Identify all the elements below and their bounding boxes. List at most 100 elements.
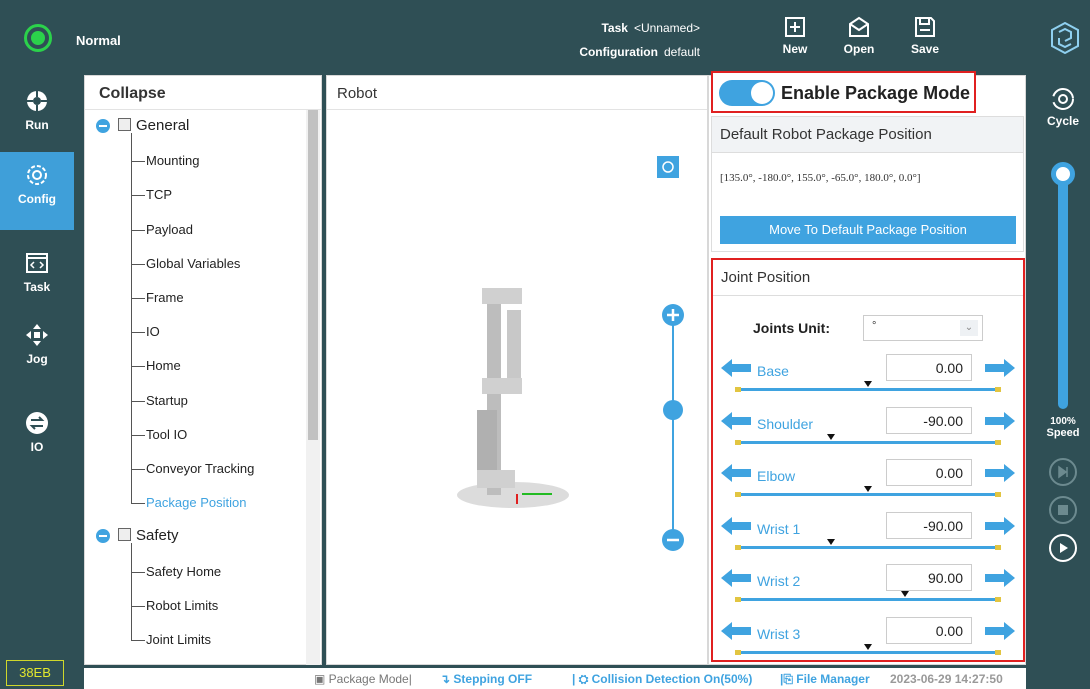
tree-connector xyxy=(131,640,145,641)
tree-connector xyxy=(131,366,145,368)
joint-slider-track[interactable] xyxy=(735,486,1001,497)
joint-name: Elbow xyxy=(757,468,796,484)
joint-increase-arrow-icon[interactable] xyxy=(985,411,1015,431)
joint-decrease-arrow-icon[interactable] xyxy=(721,411,751,431)
robot-3d-view[interactable] xyxy=(327,110,709,666)
tree-connector xyxy=(131,298,145,299)
file-manager-link[interactable]: |⎘ File Manager xyxy=(780,672,870,687)
jog-arrows-icon xyxy=(26,324,48,346)
save-button[interactable]: Save xyxy=(900,10,950,70)
joint-slider-track[interactable] xyxy=(735,591,1001,602)
joint-slider-thumb[interactable] xyxy=(864,643,872,650)
joint-decrease-arrow-icon[interactable] xyxy=(721,358,751,378)
joint-row-wrist-3: Wrist 3 0.00 xyxy=(713,615,1023,667)
default-position-box: Default Robot Package Position [135.0°, … xyxy=(711,116,1024,252)
tree-item-robot-limits[interactable]: Robot Limits xyxy=(146,598,218,613)
joint-slider-track[interactable] xyxy=(735,643,1001,655)
new-button-label: New xyxy=(782,42,808,56)
tree-item-conveyor-tracking[interactable]: Conveyor Tracking xyxy=(146,461,254,476)
tree-item-home[interactable]: Home xyxy=(146,358,181,373)
shield-icon xyxy=(118,528,131,542)
tree-item-startup[interactable]: Startup xyxy=(146,393,188,408)
joint-slider-thumb[interactable] xyxy=(826,433,835,440)
stepping-status: ↴ Stepping OFF xyxy=(440,672,533,686)
status-indicator-icon xyxy=(24,24,52,52)
robot-wrist xyxy=(482,288,522,304)
tree-item-tool-io[interactable]: Tool IO xyxy=(146,427,187,442)
nav-run[interactable]: Run xyxy=(0,78,74,148)
joint-increase-arrow-icon[interactable] xyxy=(985,516,1015,536)
tree-item-io[interactable]: IO xyxy=(146,324,160,339)
joint-value-input[interactable]: 90.00 xyxy=(886,564,972,591)
joint-limit-marker xyxy=(995,649,1001,655)
collision-status: | ⛭ Collision Detection On(50%) xyxy=(572,672,753,686)
joint-slider-thumb[interactable] xyxy=(864,381,872,387)
collapse-group-icon[interactable] xyxy=(96,119,110,133)
nav-jog[interactable]: Jog xyxy=(0,312,74,382)
reset-view-button[interactable] xyxy=(657,156,679,178)
joint-row-wrist-1: Wrist 1 -90.00 xyxy=(713,510,1023,562)
joint-value-input[interactable]: -90.00 xyxy=(886,511,972,539)
joint-row-wrist-2: Wrist 2 90.00 xyxy=(713,562,1023,614)
joint-slider-track[interactable] xyxy=(735,433,1001,445)
stop-icon xyxy=(1058,505,1068,515)
tree-item-joint-limits[interactable]: Joint Limits xyxy=(146,632,211,647)
tree-item-payload[interactable]: Payload xyxy=(146,222,193,237)
tree-connector xyxy=(131,503,145,505)
joint-limit-marker xyxy=(735,649,741,655)
joint-value-input[interactable]: -90.00 xyxy=(886,406,972,434)
zoom-slider-knob[interactable] xyxy=(663,400,683,420)
joint-slider-track[interactable] xyxy=(735,538,1001,550)
joint-increase-arrow-icon[interactable] xyxy=(985,621,1015,641)
joint-increase-arrow-icon[interactable] xyxy=(985,358,1015,378)
cycle-button[interactable]: Cycle xyxy=(1036,86,1090,128)
right-nav: Cycle 100% Speed xyxy=(1036,74,1090,689)
nav-run-label: Run xyxy=(25,118,49,132)
joint-value-input[interactable]: 0.00 xyxy=(886,354,972,381)
tree-item-tcp[interactable]: TCP xyxy=(146,187,172,202)
robot-elbow xyxy=(482,378,522,394)
play-button[interactable] xyxy=(1049,534,1077,562)
tree-item-frame[interactable]: Frame xyxy=(146,290,184,305)
tree-item-mounting[interactable]: Mounting xyxy=(146,153,199,168)
joint-decrease-arrow-icon[interactable] xyxy=(721,516,751,536)
joint-decrease-arrow-icon[interactable] xyxy=(721,463,751,483)
tree-scrollbar-thumb[interactable] xyxy=(308,110,318,440)
tree-item-global-variables[interactable]: Global Variables xyxy=(146,256,240,271)
new-button[interactable]: New xyxy=(770,10,820,70)
nav-config[interactable]: Config xyxy=(0,152,74,230)
speed-slider-knob[interactable] xyxy=(1051,162,1075,186)
nav-jog-label: Jog xyxy=(26,352,48,366)
tree-group-general[interactable]: General xyxy=(118,117,189,134)
tree-vertical-line xyxy=(131,133,132,504)
nav-io[interactable]: IO xyxy=(0,400,74,470)
speed-slider-track[interactable] xyxy=(1058,169,1068,409)
step-button[interactable] xyxy=(1049,458,1077,486)
joint-slider-track[interactable] xyxy=(735,381,1001,392)
joint-decrease-arrow-icon[interactable] xyxy=(721,568,751,588)
task-code-icon xyxy=(26,253,48,273)
collapse-button[interactable]: Collapse xyxy=(85,76,321,110)
joint-slider-thumb[interactable] xyxy=(901,591,910,597)
tree-connector xyxy=(131,229,145,231)
tree-connector xyxy=(131,263,145,265)
joint-slider-thumb[interactable] xyxy=(826,538,835,545)
move-to-default-button[interactable]: Move To Default Package Position xyxy=(720,216,1016,244)
joints-unit-select[interactable]: ° ⌄ xyxy=(863,315,983,341)
joint-limit-marker xyxy=(995,492,1001,497)
open-button[interactable]: Open xyxy=(834,10,884,70)
joint-decrease-arrow-icon[interactable] xyxy=(721,621,751,641)
joint-value-input[interactable]: 0.00 xyxy=(886,459,972,486)
joint-increase-arrow-icon[interactable] xyxy=(985,568,1015,588)
task-value: <Unnamed> xyxy=(633,21,700,35)
tree-group-safety[interactable]: Safety xyxy=(118,527,179,544)
joint-limit-marker xyxy=(995,597,1001,602)
package-mode-toggle[interactable] xyxy=(719,80,775,106)
joint-value-input[interactable]: 0.00 xyxy=(886,616,972,644)
tree-item-safety-home[interactable]: Safety Home xyxy=(146,564,221,579)
joint-slider-thumb[interactable] xyxy=(864,486,872,492)
nav-task[interactable]: Task xyxy=(0,240,74,310)
joint-increase-arrow-icon[interactable] xyxy=(985,463,1015,483)
stop-button[interactable] xyxy=(1049,496,1077,524)
tree-item-package-position[interactable]: Package Position xyxy=(146,495,246,510)
